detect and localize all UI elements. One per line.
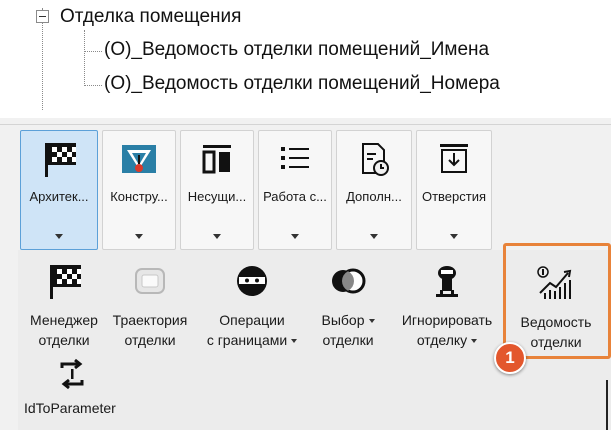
ribbon-button-label: Дополн... (346, 189, 402, 204)
refresh-id-icon (24, 356, 124, 392)
finish-selection-label-2: отделки (322, 332, 374, 348)
boundary-operations-label-1: Операции (219, 312, 285, 328)
ignore-figure-icon (392, 258, 502, 304)
chevron-down-icon (471, 339, 478, 344)
window-edge (606, 380, 608, 430)
id-to-parameter-button[interactable]: IdToParameter (24, 356, 124, 418)
chevron-down-icon (370, 234, 378, 239)
ribbon-button-label: Архитек... (29, 189, 89, 204)
list-icon (273, 137, 317, 181)
ribbon-divider (0, 124, 611, 125)
chevron-down-icon (368, 319, 375, 324)
ribbon-button-label: Отверстия (421, 189, 487, 204)
tree-node-finish[interactable]: Отделка помещения (60, 6, 241, 28)
ribbon-button-bearing[interactable]: Несущи... (180, 130, 254, 250)
callout-number-badge: 1 (494, 342, 526, 374)
callout-highlight-frame (503, 243, 611, 359)
ignore-finish-label-2: отделку (392, 330, 502, 350)
checkered-flag-icon (22, 258, 106, 304)
finish-manager-label-1: Менеджер (30, 312, 98, 328)
boundary-operations-label-2: с границами (202, 330, 302, 350)
finish-selection-button[interactable]: Выбор отделки (308, 258, 388, 350)
tree-guide-line (42, 8, 43, 110)
ribbon-button-work-with[interactable]: Работа с... (258, 130, 332, 250)
ribbon-button-structure[interactable]: Констру... (102, 130, 176, 250)
finish-selection-label-1: Выбор (308, 310, 388, 330)
venn-circles-icon (308, 258, 388, 304)
document-clock-icon (352, 137, 396, 181)
project-browser-tree: Отделка помещения (О)_Ведомость отделки … (0, 0, 611, 118)
ninja-icon (202, 258, 302, 304)
trajectory-label-2: отделки (124, 332, 176, 348)
bearing-wall-icon (195, 137, 239, 181)
chevron-down-icon (55, 234, 63, 239)
chevron-down-icon (291, 234, 299, 239)
structure-triangle-icon (117, 137, 161, 181)
chevron-down-icon (135, 234, 143, 239)
boundary-operations-button[interactable]: Операции с границами (202, 258, 302, 350)
tree-connector (84, 85, 102, 86)
tree-guide-line (84, 30, 85, 86)
finish-manager-label-2: отделки (38, 332, 90, 348)
ribbon-button-additional[interactable]: Дополн... (336, 130, 412, 250)
ribbon-button-label: Несущи... (187, 189, 247, 204)
chevron-down-icon (450, 234, 458, 239)
tree-node-statement-numbers[interactable]: (О)_Ведомость отделки помещений_Номера (104, 73, 500, 95)
finish-manager-button[interactable]: Менеджер отделки (22, 258, 106, 350)
ribbon-button-architecture[interactable]: Архитек... (20, 130, 98, 250)
ribbon-button-label: Констру... (110, 189, 168, 204)
ribbon-button-label: Работа с... (263, 189, 327, 204)
collapse-toggle-icon[interactable] (36, 10, 49, 23)
opening-icon (432, 137, 476, 181)
chevron-down-icon (213, 234, 221, 239)
ignore-finish-label-1: Игнорировать (401, 312, 493, 328)
checkered-flag-icon (37, 137, 81, 181)
finish-trajectory-button[interactable]: Траектория отделки (106, 258, 194, 350)
trajectory-label-1: Траектория (112, 312, 188, 328)
ribbon-button-openings[interactable]: Отверстия (416, 130, 492, 250)
id-to-parameter-label: IdToParameter (24, 400, 116, 416)
chevron-down-icon (291, 339, 298, 344)
tree-node-statement-names[interactable]: (О)_Ведомость отделки помещений_Имена (104, 39, 489, 61)
tree-connector (84, 51, 102, 52)
ignore-finish-button[interactable]: Игнорировать отделку (392, 258, 502, 350)
trajectory-icon (106, 258, 194, 304)
